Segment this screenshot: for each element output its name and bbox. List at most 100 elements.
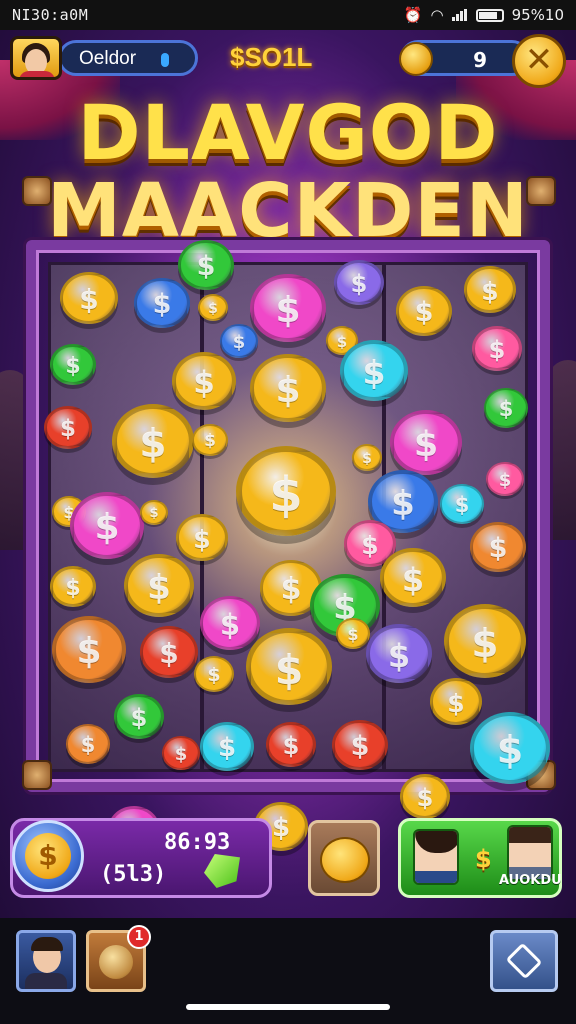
- drop-coin-button[interactable]: [308, 820, 380, 896]
- dollar-symbol: $: [496, 728, 524, 772]
- dollar-symbol: $: [174, 744, 188, 765]
- dollar-symbol: $: [193, 365, 215, 401]
- game-title-line1: DLAVGOD: [77, 88, 499, 177]
- blue-coin: $: [134, 278, 190, 329]
- frame-ornament: [526, 176, 556, 206]
- gold-coin: $: [60, 272, 118, 325]
- status-icons: ⏰ ◠ 95%10: [404, 6, 564, 24]
- gold-coin: $: [396, 286, 452, 337]
- gold-coin: $: [400, 774, 450, 819]
- dollar-symbol: $: [275, 370, 301, 411]
- dollar-symbol: $: [80, 733, 96, 757]
- dollar-symbol: $: [232, 332, 246, 353]
- friends-panel[interactable]: $ AUOKDU: [398, 818, 562, 898]
- dollar-symbol: $: [471, 622, 499, 667]
- gold-coin: $: [176, 514, 228, 561]
- purple-coin: $: [366, 624, 432, 684]
- red-coin: $: [266, 722, 316, 767]
- gold-coin: $: [246, 628, 332, 706]
- gold-coin: $: [140, 500, 168, 526]
- dollar-symbol: $: [488, 336, 506, 364]
- blue-coin: $: [220, 324, 258, 359]
- gold-coin: $: [50, 566, 96, 608]
- dollar-coin-icon: $: [12, 820, 84, 892]
- player-name: Oeldor: [79, 48, 137, 69]
- coin-balance-pill[interactable]: 9: [399, 40, 530, 76]
- green-coin: $: [50, 344, 96, 386]
- money-counter: $SO1L: [230, 42, 313, 72]
- gem-icon: [161, 53, 169, 67]
- gold-coin: $: [444, 604, 526, 678]
- dollar-symbol: $: [65, 354, 81, 379]
- frame-ornament: [22, 176, 52, 206]
- friends-label: AUOKDU: [499, 873, 562, 888]
- dollar-symbol: $: [350, 731, 370, 762]
- gold-coin: $: [464, 266, 516, 313]
- top-hud: Oeldor $SO1L 9 ✕: [0, 32, 576, 88]
- player-name-pill[interactable]: Oeldor: [58, 40, 198, 76]
- gold-coin: $: [336, 618, 370, 649]
- dollar-symbol: $: [413, 425, 439, 465]
- pink-coin: $: [472, 326, 522, 371]
- gold-coin: $: [112, 404, 194, 478]
- coin-count: 9: [473, 48, 487, 72]
- dollar-symbol: $: [275, 290, 301, 331]
- dollar-symbol: $: [196, 251, 216, 282]
- gold-coin: $: [194, 656, 234, 692]
- dollar-symbol: $: [130, 704, 148, 732]
- bank-value: 86:93: [164, 830, 231, 855]
- dollar-symbol: $: [454, 493, 470, 517]
- dollar-symbol: $: [481, 277, 499, 306]
- game-screen: NI30:a0M ⏰ ◠ 95%10 Oeldor $SO1L 9 ✕ DLAV…: [0, 0, 576, 1024]
- signal-icon: [451, 9, 468, 21]
- battery-icon: [475, 8, 504, 22]
- home-indicator[interactable]: [186, 1004, 390, 1010]
- gold-coin: $: [352, 444, 382, 471]
- dollar-symbol: $: [76, 631, 102, 672]
- wifi-icon: ◠: [430, 6, 444, 24]
- player-avatar[interactable]: [10, 36, 62, 80]
- gold-coin: $: [198, 294, 228, 321]
- dollar-symbol: $: [350, 270, 368, 298]
- purple-coin: $: [334, 260, 384, 305]
- dollar-symbol: $: [25, 833, 71, 879]
- settings-button[interactable]: [490, 930, 558, 992]
- close-button[interactable]: ✕: [512, 34, 566, 88]
- dollar-symbol: $: [147, 568, 171, 608]
- coin-icon: [399, 42, 433, 76]
- dollar-symbol: $: [498, 397, 514, 421]
- friends-dollar: $: [475, 845, 492, 873]
- red-coin: $: [162, 736, 200, 771]
- dollar-symbol: $: [387, 637, 411, 675]
- dollar-symbol: $: [416, 784, 434, 812]
- cyan-coin: $: [200, 722, 254, 771]
- red-coin: $: [140, 626, 198, 679]
- audience-right: [548, 360, 576, 540]
- dollar-symbol: $: [65, 576, 81, 601]
- profile-button[interactable]: [16, 930, 76, 992]
- dollar-symbol: $: [59, 416, 76, 442]
- battery-percent: 95%10: [511, 6, 564, 24]
- inventory-button[interactable]: 1: [86, 925, 151, 992]
- dollar-symbol: $: [159, 637, 179, 670]
- magenta-coin: $: [390, 410, 462, 475]
- bank-subvalue: (5l3): [100, 862, 167, 887]
- dollar-symbol: $: [79, 283, 99, 316]
- dollar-symbol: $: [347, 625, 359, 644]
- gold-coin: $: [172, 352, 236, 410]
- settings-icon: [505, 942, 543, 980]
- pink-coin: $: [486, 462, 524, 497]
- cyan-coin: $: [470, 712, 550, 784]
- magenta-coin: $: [70, 492, 144, 559]
- dollar-symbol: $: [282, 732, 300, 760]
- gold-coin: $: [380, 548, 446, 608]
- dollar-symbol: $: [391, 484, 415, 524]
- dollar-symbol: $: [207, 664, 221, 686]
- red-coin: $: [44, 406, 92, 450]
- gold-coin: $: [236, 446, 336, 536]
- status-time: NI30:a0M: [12, 6, 89, 24]
- notification-badge: 1: [127, 925, 151, 949]
- gold-coin: $: [192, 424, 228, 457]
- dollar-symbol: $: [94, 507, 120, 548]
- dollar-symbol: $: [139, 422, 167, 467]
